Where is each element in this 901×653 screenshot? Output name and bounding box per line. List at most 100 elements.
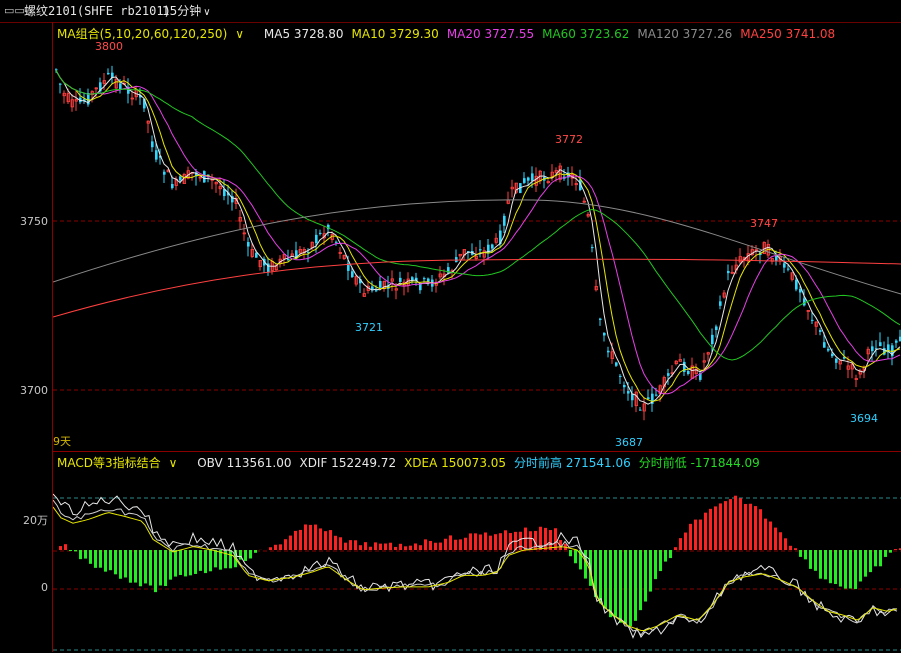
macd-bar: [329, 530, 332, 550]
macd-bar: [474, 533, 477, 550]
macd-bar: [79, 550, 82, 559]
macd-bar: [759, 509, 762, 550]
candle-body: [831, 354, 834, 357]
macd-bar: [709, 509, 712, 550]
ma-combo-selector[interactable]: MA组合(5,10,20,60,120,250)∨: [57, 27, 252, 41]
macd-bar: [334, 536, 337, 550]
ma20-line: [56, 70, 900, 393]
period-selector[interactable]: 15分钟∨: [162, 0, 211, 24]
macd-bar: [494, 534, 497, 550]
indicator-combo-selector[interactable]: MACD等3指标结合∨: [57, 456, 185, 470]
macd-bar: [754, 506, 757, 550]
candle-body: [155, 150, 158, 159]
indicator-axis-label: 0: [41, 581, 48, 594]
macd-bar: [119, 550, 122, 579]
price-axis-label: 3700: [20, 384, 48, 397]
macd-bar: [109, 550, 112, 570]
macd-bar: [369, 547, 372, 550]
candle-body: [119, 83, 122, 89]
macd-bar: [399, 544, 402, 550]
macd-bar: [374, 542, 377, 550]
macd-bar: [289, 536, 292, 550]
candle-body: [711, 335, 714, 344]
candlestick-panel[interactable]: MA组合(5,10,20,60,120,250)∨ MA5 3728.80MA1…: [53, 22, 901, 450]
macd-bar: [419, 545, 422, 550]
macd-bar: [144, 550, 147, 583]
candle-body: [455, 257, 458, 262]
ma-combo-label: MA组合(5,10,20,60,120,250): [57, 27, 227, 41]
days-label: 9天: [53, 433, 71, 449]
candle-body: [647, 397, 650, 399]
candle-body: [59, 84, 62, 85]
macd-bar: [694, 520, 697, 550]
macd-bar: [894, 549, 897, 550]
macd-bar: [804, 550, 807, 559]
macd-bar: [704, 513, 707, 550]
window-icon[interactable]: ▭▭: [4, 0, 25, 22]
indicator-value: 分时前低 -171844.09: [639, 456, 760, 470]
candle-body: [351, 271, 354, 277]
macd-bar: [779, 532, 782, 550]
ma-values: MA5 3728.80MA10 3729.30MA20 3727.55MA60 …: [264, 27, 843, 41]
macd-bar: [299, 530, 302, 550]
price-marker: 3772: [555, 133, 583, 146]
macd-bar: [354, 540, 357, 550]
macd-bar: [874, 550, 877, 566]
macd-bar: [284, 539, 287, 550]
candle-body: [531, 173, 534, 180]
macd-bar: [489, 536, 492, 550]
macd-bar: [679, 538, 682, 550]
indicator-panel[interactable]: MACD等3指标结合∨ OBV 113561.00XDIF 152249.72X…: [53, 451, 901, 653]
ma120-line: [53, 200, 901, 294]
price-marker: 3800: [95, 40, 123, 53]
macd-bar: [449, 535, 452, 550]
macd-bar: [74, 550, 77, 551]
macd-bar: [774, 528, 777, 550]
candle-body: [795, 280, 798, 290]
macd-bar: [544, 528, 547, 550]
indicator-value: XDEA 150073.05: [404, 456, 506, 470]
macd-bar: [699, 520, 702, 550]
candle-body: [203, 171, 206, 182]
candle-body: [315, 235, 318, 243]
indicator-combo-label: MACD等3指标结合: [57, 456, 161, 470]
candle-body: [615, 362, 618, 365]
macd-bar: [149, 550, 152, 586]
macd-bar: [349, 540, 352, 550]
macd-bar: [689, 524, 692, 550]
candle-body: [107, 73, 110, 74]
candle-body: [151, 141, 154, 147]
candle-body: [687, 371, 690, 374]
candle-body: [527, 178, 530, 181]
candle-body: [479, 249, 482, 250]
macd-bar: [434, 543, 437, 550]
macd-bar: [364, 542, 367, 550]
indicator-legend: MACD等3指标结合∨ OBV 113561.00XDIF 152249.72X…: [57, 454, 776, 471]
macd-bar: [869, 550, 872, 572]
macd-bar: [499, 533, 502, 550]
macd-bar: [784, 538, 787, 550]
indicator-chart[interactable]: [53, 452, 901, 653]
macd-bar: [439, 543, 442, 550]
candle-body: [639, 410, 642, 411]
ma-value: MA10 3729.30: [352, 27, 439, 41]
macd-bar: [529, 531, 532, 550]
candle-body: [827, 349, 830, 351]
candlestick-chart[interactable]: [53, 22, 901, 450]
macd-bar: [829, 550, 832, 583]
macd-bar: [854, 550, 857, 589]
macd-bar: [714, 506, 717, 550]
macd-bar: [644, 550, 647, 602]
macd-bar: [159, 550, 162, 585]
candle-body: [379, 281, 382, 288]
macd-bar: [769, 522, 772, 550]
macd-bar: [249, 550, 252, 558]
macd-bar: [824, 550, 827, 579]
macd-bar: [799, 550, 802, 557]
candle-body: [787, 269, 790, 270]
macd-bar: [189, 550, 192, 575]
candle-body: [775, 256, 778, 261]
macd-bar: [454, 540, 457, 550]
ma-value: MA60 3723.62: [542, 27, 629, 41]
macd-bar: [619, 550, 622, 623]
